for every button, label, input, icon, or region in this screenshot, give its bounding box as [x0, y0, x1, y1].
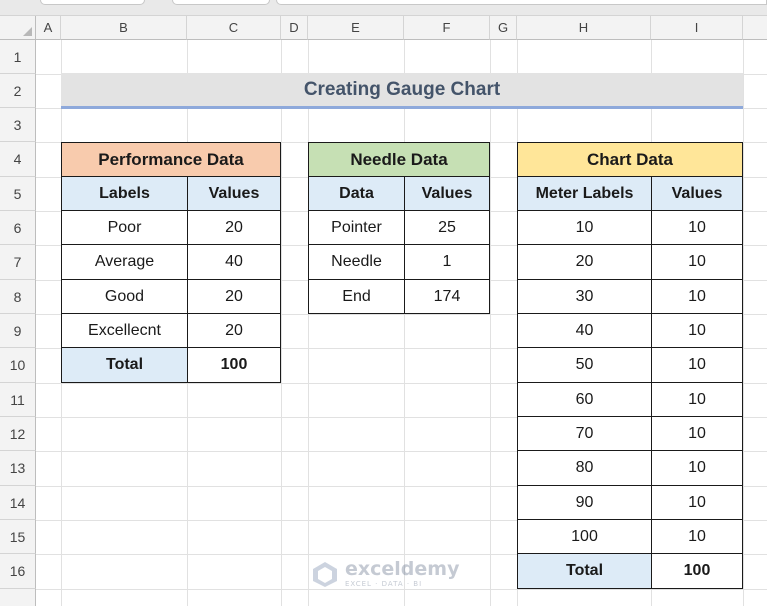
sheet-tab-edge[interactable]	[276, 0, 767, 5]
sheet-title[interactable]: Creating Gauge Chart	[61, 73, 743, 109]
row-header-9[interactable]: 9	[0, 314, 36, 348]
chart-value-cell[interactable]: 10	[651, 244, 743, 280]
column-header-blank[interactable]	[743, 16, 767, 40]
chart-data-header[interactable]: Chart Data	[517, 142, 743, 177]
row-header-5[interactable]: 5	[0, 177, 36, 211]
performance-label-cell[interactable]: Poor	[61, 210, 188, 245]
row-header-10[interactable]: 10	[0, 348, 36, 383]
gridline	[281, 40, 282, 606]
performance-value-cell[interactable]: 40	[187, 244, 281, 280]
row-header-11[interactable]: 11	[0, 383, 36, 417]
needle-label-cell[interactable]: Pointer	[308, 210, 405, 245]
row-header-13[interactable]: 13	[0, 451, 36, 486]
performance-total-label[interactable]: Total	[61, 347, 188, 383]
needle-label-cell[interactable]: End	[308, 279, 405, 314]
chart-value-cell[interactable]: 10	[651, 210, 743, 245]
exceldemy-logo-icon	[313, 562, 337, 587]
column-header-f[interactable]: F	[404, 16, 490, 40]
chart-values-header[interactable]: Values	[651, 176, 743, 211]
row-header-1[interactable]: 1	[0, 40, 36, 74]
row-header-4[interactable]: 4	[0, 142, 36, 177]
needle-value-cell[interactable]: 25	[404, 210, 490, 245]
chart-meter-label-cell[interactable]: 100	[517, 519, 652, 554]
chart-value-cell[interactable]: 10	[651, 519, 743, 554]
watermark-brand: exceldemy	[345, 558, 460, 580]
chart-meter-label-cell[interactable]: 70	[517, 416, 652, 451]
performance-value-cell[interactable]: 20	[187, 279, 281, 314]
column-header-c[interactable]: C	[187, 16, 281, 40]
chart-total-value[interactable]: 100	[651, 553, 743, 589]
performance-label-cell[interactable]: Average	[61, 244, 188, 280]
row-header-14[interactable]: 14	[0, 486, 36, 520]
chart-value-cell[interactable]: 10	[651, 416, 743, 451]
chart-value-cell[interactable]: 10	[651, 279, 743, 314]
chart-value-cell[interactable]: 10	[651, 382, 743, 417]
chart-meter-label-cell[interactable]: 80	[517, 450, 652, 486]
row-header-6[interactable]: 6	[0, 211, 36, 245]
exceldemy-watermark: exceldemy EXCEL · DATA · BI	[310, 556, 470, 592]
performance-value-cell[interactable]: 20	[187, 210, 281, 245]
sheet-tab-edge[interactable]	[40, 0, 145, 5]
gridline	[743, 40, 744, 606]
select-all-corner[interactable]	[0, 16, 36, 40]
sheet-tab-edge[interactable]	[172, 0, 270, 5]
performance-data-header[interactable]: Performance Data	[61, 142, 281, 177]
gridline	[404, 40, 405, 606]
performance-labels-header[interactable]: Labels	[61, 176, 188, 211]
column-header-e[interactable]: E	[308, 16, 404, 40]
chart-value-cell[interactable]: 10	[651, 313, 743, 348]
needle-label-cell[interactable]: Needle	[308, 244, 405, 280]
column-header-g[interactable]: G	[490, 16, 517, 40]
row-header-15[interactable]: 15	[0, 520, 36, 554]
performance-label-cell[interactable]: Good	[61, 279, 188, 314]
chart-meter-label-cell[interactable]: 60	[517, 382, 652, 417]
needle-values-col-header[interactable]: Values	[404, 176, 490, 211]
chart-meter-label-cell[interactable]: 10	[517, 210, 652, 245]
column-header-h[interactable]: H	[517, 16, 651, 40]
chart-value-cell[interactable]: 10	[651, 347, 743, 383]
row-header-2[interactable]: 2	[0, 74, 36, 108]
chart-meter-label-cell[interactable]: 30	[517, 279, 652, 314]
row-header-16[interactable]: 16	[0, 554, 36, 589]
row-header-7[interactable]: 7	[0, 245, 36, 280]
performance-value-cell[interactable]: 20	[187, 313, 281, 348]
chart-meter-labels-header[interactable]: Meter Labels	[517, 176, 652, 211]
gridline	[490, 40, 491, 606]
performance-label-cell[interactable]: Excellecnt	[61, 313, 188, 348]
column-header-b[interactable]: B	[61, 16, 187, 40]
row-header-12[interactable]: 12	[0, 417, 36, 451]
column-header-a[interactable]: A	[36, 16, 61, 40]
chart-meter-label-cell[interactable]: 40	[517, 313, 652, 348]
gridline	[308, 40, 309, 606]
chart-meter-label-cell[interactable]: 90	[517, 485, 652, 520]
chart-total-label[interactable]: Total	[517, 553, 652, 589]
watermark-tagline: EXCEL · DATA · BI	[345, 580, 423, 588]
row-header-3[interactable]: 3	[0, 108, 36, 142]
needle-value-cell[interactable]: 174	[404, 279, 490, 314]
needle-value-cell[interactable]: 1	[404, 244, 490, 280]
column-header-d[interactable]: D	[281, 16, 308, 40]
chart-meter-label-cell[interactable]: 20	[517, 244, 652, 280]
chart-value-cell[interactable]: 10	[651, 485, 743, 520]
performance-values-header[interactable]: Values	[187, 176, 281, 211]
row-header-8[interactable]: 8	[0, 280, 36, 314]
select-all-triangle-icon	[23, 27, 32, 36]
needle-data-col-header[interactable]: Data	[308, 176, 405, 211]
performance-total-value[interactable]: 100	[187, 347, 281, 383]
needle-data-header[interactable]: Needle Data	[308, 142, 490, 177]
row-header-17[interactable]	[0, 589, 36, 606]
chart-meter-label-cell[interactable]: 50	[517, 347, 652, 383]
chart-value-cell[interactable]: 10	[651, 450, 743, 486]
column-header-i[interactable]: I	[651, 16, 743, 40]
